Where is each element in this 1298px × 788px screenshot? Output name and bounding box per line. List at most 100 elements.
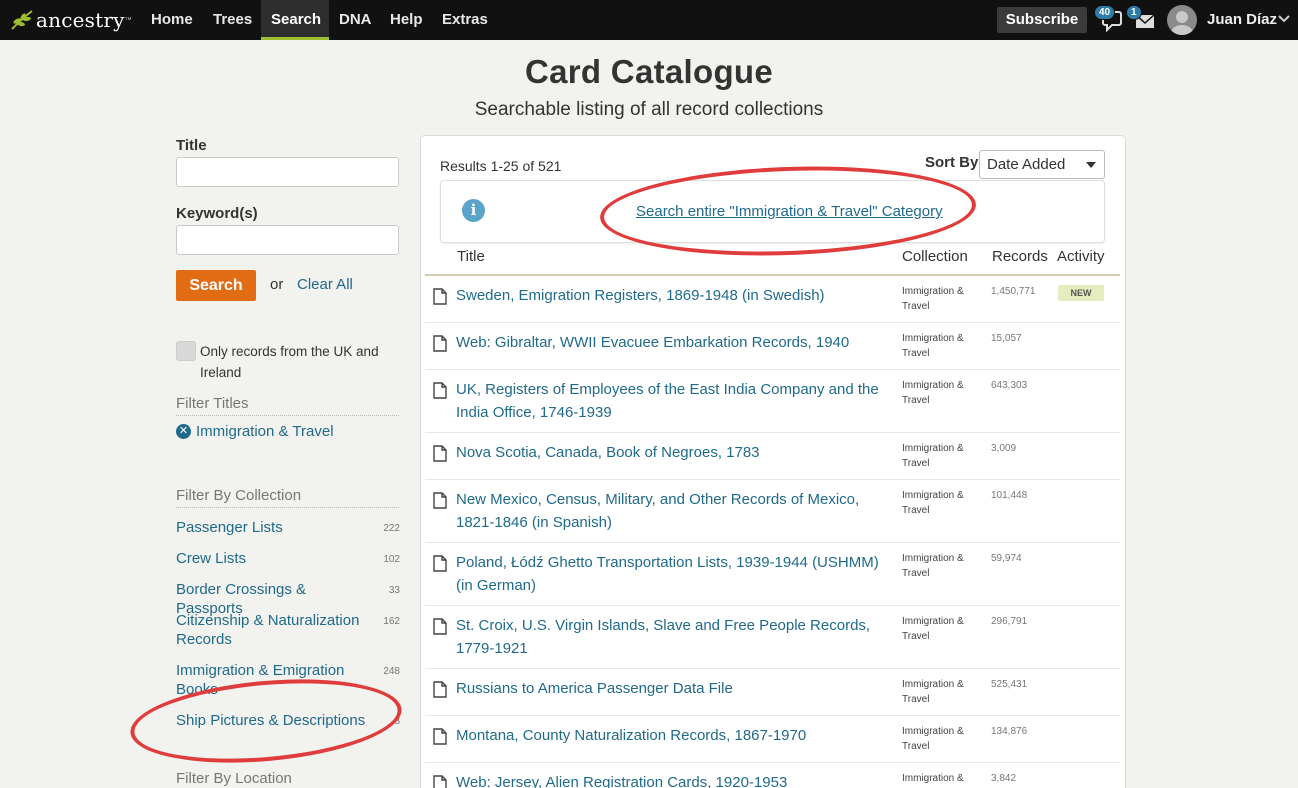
filter-titles-heading: Filter Titles [176,395,399,416]
messages-button[interactable]: 1 [1126,5,1155,38]
record-title-link[interactable]: Montana, County Naturalization Records, … [456,724,886,747]
table-row: Web: Gibraltar, WWII Evacuee Embarkation… [425,323,1120,370]
user-name[interactable]: Juan Díaz [1207,0,1277,40]
nav-trees[interactable]: Trees [203,0,262,40]
record-title-link[interactable]: UK, Registers of Employees of the East I… [456,378,886,424]
record-count: 101,448 [991,490,1028,501]
table-row: UK, Registers of Employees of the East I… [425,370,1120,433]
ancestry-logo[interactable]: ancestry ™ [10,7,132,33]
sort-select-value: Date Added [987,156,1066,173]
collection-count: 102 [383,554,400,565]
record-count: 59,974 [991,553,1022,564]
keyword-label: Keyword(s) [176,205,258,222]
filter-collection-heading: Filter By Collection [176,487,399,508]
collection-count: 222 [383,523,400,534]
title-input[interactable] [176,157,399,187]
sort-select[interactable]: Date Added [979,150,1105,179]
record-collection: Immigration & Travel [902,616,964,642]
or-text: or [270,276,284,293]
record-collection: Immigration & Travel [902,773,964,784]
dropdown-caret-icon [1086,162,1096,168]
document-icon [433,382,447,399]
record-collection: Immigration & Travel [902,443,964,469]
collection-crew-lists[interactable]: Crew Lists [176,549,376,568]
record-collection: Immigration & Travel [902,333,964,359]
info-icon: i [462,199,485,222]
document-icon [433,681,447,698]
collection-count: 162 [383,616,400,627]
record-collection: Immigration & Travel [902,286,964,312]
record-count: 525,431 [991,679,1028,690]
notifications-button[interactable]: 40 [1094,5,1122,37]
document-icon [433,335,447,352]
table-row: Montana, County Naturalization Records, … [425,716,1120,763]
messages-badge: 1 [1126,5,1142,20]
table-row: St. Croix, U.S. Virgin Islands, Slave an… [425,606,1120,669]
table-row: New Mexico, Census, Military, and Other … [425,480,1120,543]
collection-passenger-lists[interactable]: Passenger Lists [176,518,376,537]
record-title-link[interactable]: Sweden, Emigration Registers, 1869-1948 … [456,284,886,307]
results-count: Results 1-25 of 521 [440,158,562,174]
filter-location-heading: Filter By Location [176,770,399,788]
logo-text: ancestry [36,8,125,32]
record-count: 134,876 [991,726,1028,737]
nav-help[interactable]: Help [380,0,433,40]
search-category-link[interactable]: Search entire "Immigration & Travel" Cat… [636,203,943,220]
page-subtitle: Searchable listing of all record collect… [474,99,824,120]
remove-filter-icon[interactable]: ✕ [176,424,191,439]
collection-ship-pictures[interactable]: Ship Pictures & Descriptions [176,711,376,730]
document-icon [433,288,447,305]
table-row: Poland, Łódź Ghetto Transportation Lists… [425,543,1120,606]
table-row: Sweden, Emigration Registers, 1869-1948 … [425,276,1120,323]
title-label: Title [176,137,207,154]
column-header-records[interactable]: Records [992,248,1048,265]
page-title: Card Catalogue [524,53,774,90]
record-title-link[interactable]: Web: Jersey, Alien Registration Cards, 1… [456,771,886,788]
record-collection: Immigration & Travel [902,679,964,705]
document-icon [433,492,447,509]
record-title-link[interactable]: Russians to America Passenger Data File [456,677,886,700]
record-count: 3,009 [991,443,1017,454]
record-title-link[interactable]: Web: Gibraltar, WWII Evacuee Embarkation… [456,331,886,354]
user-silhouette-icon [1171,11,1193,35]
document-icon [433,618,447,635]
record-count: 1,450,771 [991,286,1036,297]
collection-citizenship[interactable]: Citizenship & Naturalization Records [176,611,376,649]
collection-count: 8 [394,716,400,727]
record-count: 296,791 [991,616,1028,627]
document-icon [433,555,447,572]
chevron-down-icon[interactable] [1278,14,1290,24]
clear-all-link[interactable]: Clear All [297,276,353,293]
nav-extras[interactable]: Extras [432,0,498,40]
uk-ireland-checkbox[interactable] [176,341,196,361]
table-row: Web: Jersey, Alien Registration Cards, 1… [425,763,1120,788]
keyword-input[interactable] [176,225,399,255]
uk-ireland-checkbox-label[interactable]: Only records from the UK and Ireland [200,341,400,383]
new-badge: NEW [1058,285,1104,301]
collection-immigration-books[interactable]: Immigration & Emigration Books [176,661,376,699]
column-header-activity[interactable]: Activity [1057,248,1105,265]
subscribe-button[interactable]: Subscribe [997,7,1087,33]
user-avatar[interactable] [1167,5,1197,35]
record-title-link[interactable]: Poland, Łódź Ghetto Transportation Lists… [456,551,886,597]
record-title-link[interactable]: New Mexico, Census, Military, and Other … [456,488,886,534]
active-filter-label[interactable]: Immigration & Travel [196,423,334,440]
record-title-link[interactable]: St. Croix, U.S. Virgin Islands, Slave an… [456,614,886,660]
column-header-title[interactable]: Title [457,248,485,265]
record-collection: Immigration & Travel [902,380,964,406]
column-header-collection[interactable]: Collection [902,248,968,265]
record-collection: Immigration & Travel [902,726,964,752]
active-filter[interactable]: ✕ Immigration & Travel [176,423,334,440]
document-icon [433,445,447,462]
collection-count: 248 [383,666,400,677]
leaf-icon [11,10,33,30]
record-count: 3,842 [991,773,1017,784]
nav-home[interactable]: Home [141,0,203,40]
record-title-link[interactable]: Nova Scotia, Canada, Book of Negroes, 17… [456,441,886,464]
collection-count: 33 [388,585,400,596]
nav-search[interactable]: Search [261,0,329,40]
nav-dna[interactable]: DNA [329,0,382,40]
document-icon [433,775,447,788]
table-row: Russians to America Passenger Data File … [425,669,1120,716]
search-button[interactable]: Search [176,270,256,301]
